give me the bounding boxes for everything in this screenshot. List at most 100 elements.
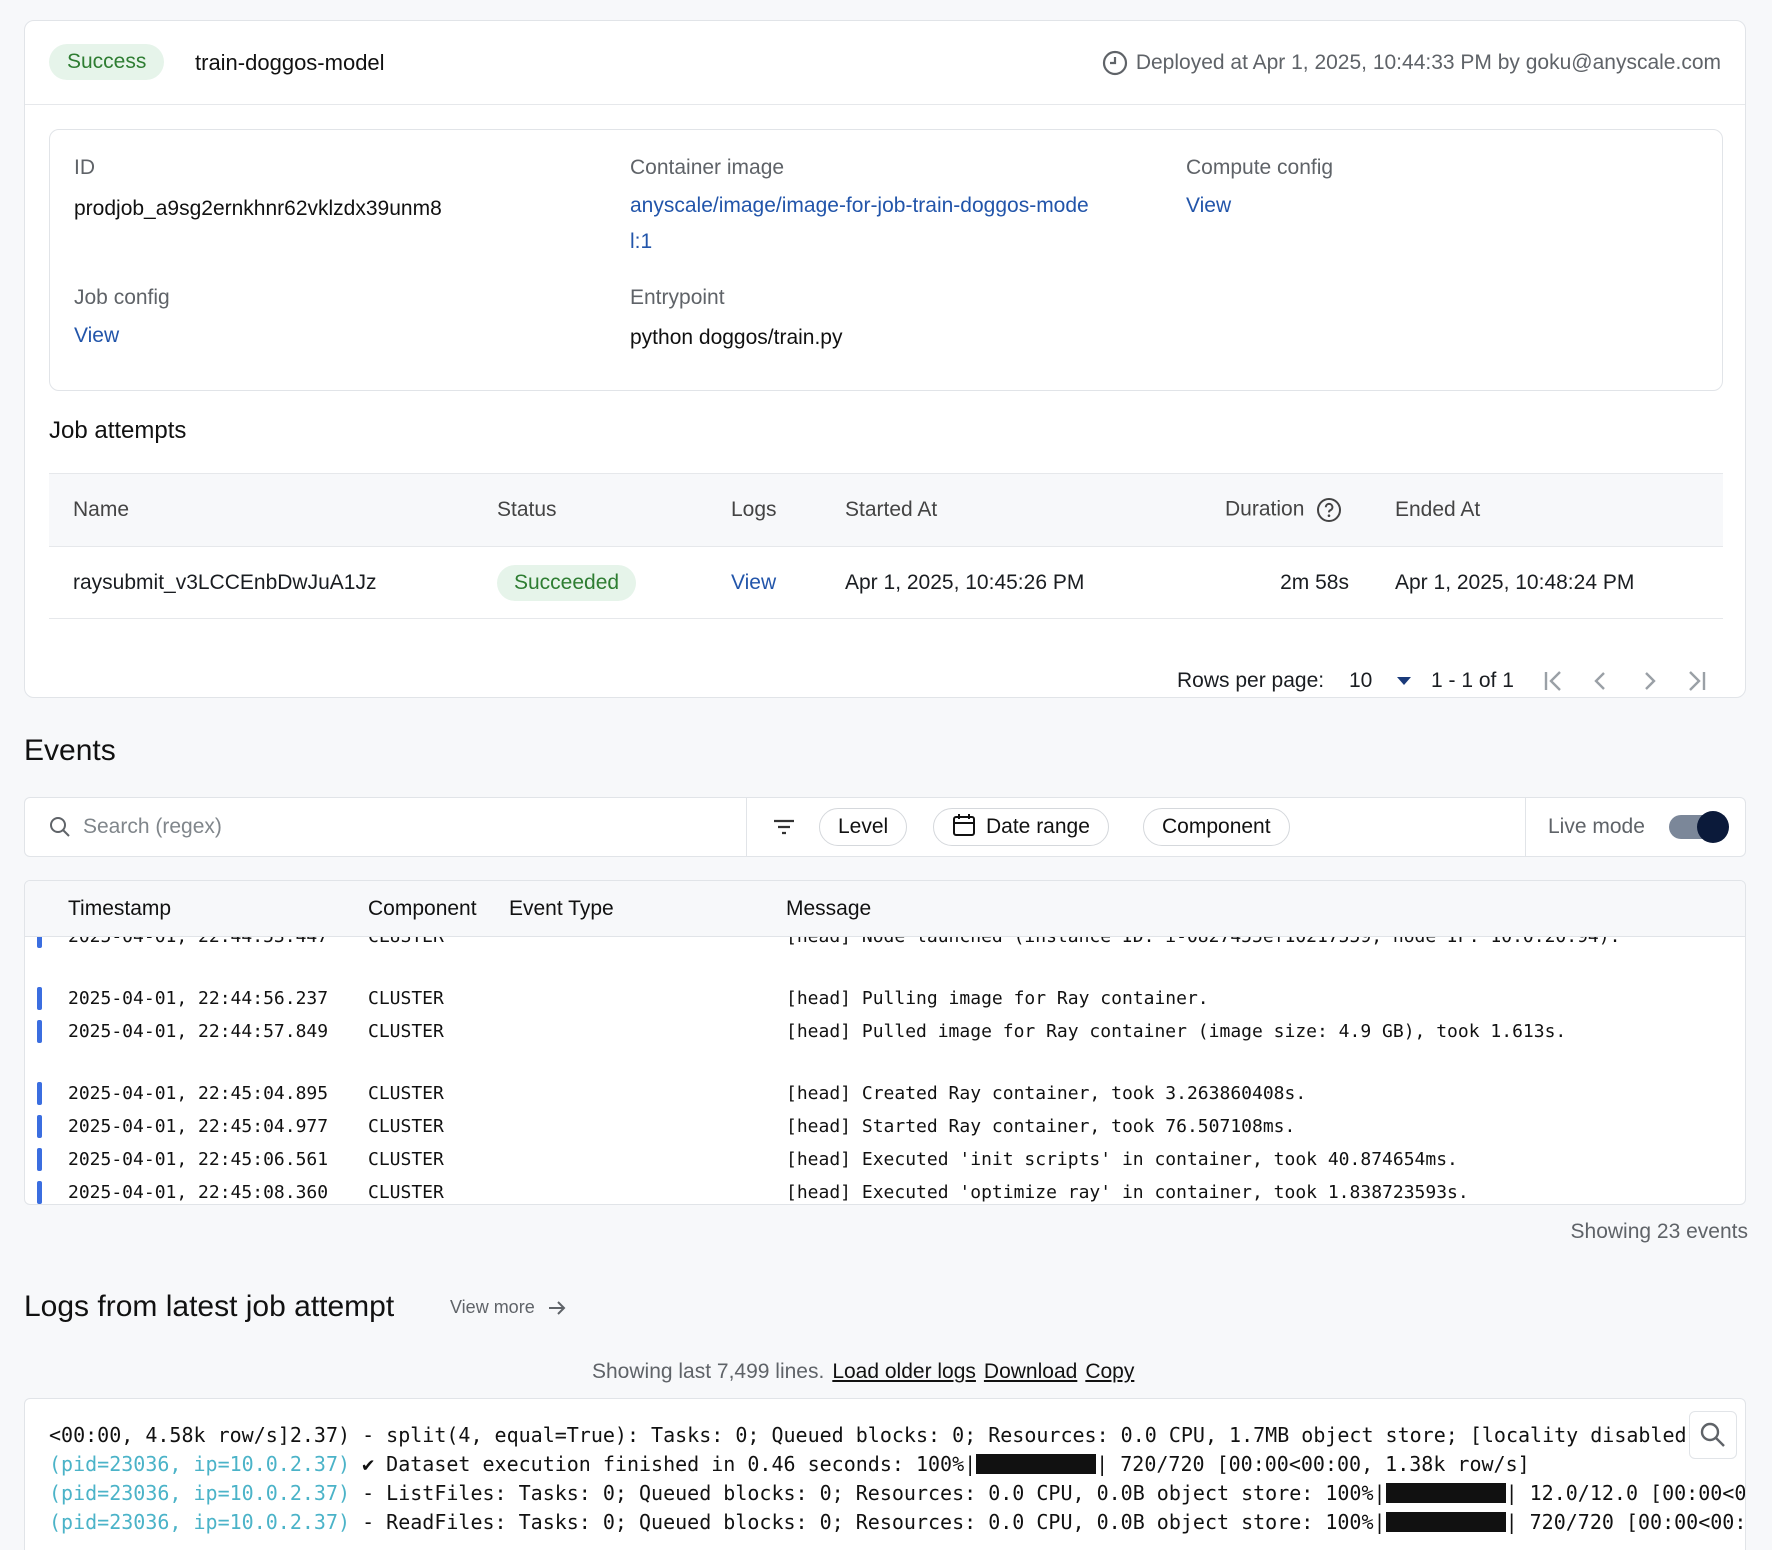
log-search-button[interactable] [1689, 1411, 1737, 1459]
search-icon [1700, 1422, 1725, 1447]
event-row[interactable]: 2025-04-01, 22:45:04.895 CLUSTER [head] … [25, 1080, 1745, 1108]
log-prefix: (pid=23036, ip=10.0.2.37) [49, 1452, 351, 1476]
rows-per-page-select[interactable]: 10 [1349, 669, 1412, 693]
event-row[interactable]: 2025-04-01, 22:44:56.237 CLUSTER [head] … [25, 985, 1745, 1013]
log-text: ✔ Dataset execution finished in 0.46 sec… [350, 1452, 977, 1476]
col-logs[interactable]: Logs [731, 498, 777, 522]
logs-line-count: Showing last 7,499 lines. [592, 1360, 825, 1383]
event-row[interactable]: 2025-04-01, 22:45:08.360 CLUSTER [head] … [25, 1179, 1745, 1204]
help-icon[interactable] [1316, 497, 1342, 523]
col-timestamp[interactable]: Timestamp [68, 897, 171, 921]
col-message[interactable]: Message [786, 897, 871, 921]
job-attempts-title: Job attempts [49, 417, 187, 444]
log-text: - ReadFiles: Tasks: 0; Queued blocks: 0;… [350, 1510, 1386, 1534]
event-timestamp: 2025-04-01, 22:44:57.849 [68, 1021, 329, 1042]
col-ended[interactable]: Ended At [1395, 498, 1480, 522]
col-name[interactable]: Name [73, 498, 129, 522]
job-card: Success train-doggos-model Deployed at A… [24, 20, 1746, 698]
progress-bar-fill [1385, 1511, 1506, 1532]
arrow-right-icon [548, 1300, 566, 1315]
event-level-bar [37, 1082, 42, 1105]
event-timestamp: 2025-04-01, 22:45:06.561 [68, 1149, 329, 1170]
logs-title: Logs from latest job attempt [24, 1290, 395, 1323]
level-filter-chip[interactable]: Level [819, 808, 908, 846]
events-table-header: Timestamp Component Event Type Message [25, 881, 1745, 937]
container-image-label: Container image [630, 156, 785, 179]
col-event-type[interactable]: Event Type [509, 897, 614, 921]
col-started[interactable]: Started At [845, 498, 937, 522]
attempt-logs-view-link[interactable]: View [731, 571, 776, 595]
rows-per-page-label: Rows per page: [1177, 669, 1325, 692]
toggle-knob [1697, 811, 1729, 843]
log-text: | 12.0/12.0 [00:00<00:00 [1505, 1481, 1746, 1505]
col-status[interactable]: Status [497, 498, 557, 522]
log-prefix: (pid=23036, ip=10.0.2.37) [49, 1481, 351, 1505]
event-row[interactable]: 2025-04-01, 22:45:04.977 CLUSTER [head] … [25, 1113, 1745, 1141]
pagination-range: 1 - 1 of 1 [1431, 669, 1514, 692]
calendar-icon [953, 814, 975, 837]
compute-config-label: Compute config [1186, 156, 1334, 179]
event-message: [head] Executed 'init scripts' in contai… [786, 1149, 1458, 1170]
progress-bar-fill [1385, 1482, 1506, 1503]
event-timestamp: 2025-04-01, 22:45:08.360 [68, 1182, 329, 1203]
job-config-view-link[interactable]: View [74, 318, 119, 354]
view-more-link[interactable]: View more [450, 1297, 567, 1318]
clock-icon [1102, 50, 1127, 76]
event-timestamp: 2025-04-01, 22:44:56.237 [68, 988, 329, 1009]
job-header: Success train-doggos-model Deployed at A… [25, 21, 1745, 105]
next-page-icon[interactable] [1635, 667, 1663, 695]
log-line: (pid=23036, ip=10.0.2.37) - ListFiles: T… [49, 1481, 1746, 1509]
deployed-text: Deployed at Apr 1, 2025, 10:44:33 PM by … [1135, 51, 1721, 74]
attempt-status-badge: Succeeded [497, 564, 637, 601]
component-filter-chip[interactable]: Component [1143, 808, 1290, 846]
col-component[interactable]: Component [368, 897, 477, 921]
live-mode-label: Live mode [1548, 815, 1645, 838]
live-mode: Live mode [1525, 798, 1745, 856]
logs-viewer[interactable]: <00:00, 4.58k row/s]2.37) - split(4, equ… [24, 1398, 1746, 1550]
prev-page-icon[interactable] [1587, 667, 1615, 695]
event-level-bar [37, 1181, 42, 1204]
job-details: ID prodjob_a9sg2ernkhnr62vklzdx39unm8 Co… [49, 129, 1723, 391]
container-image-line2: l:1 [630, 230, 653, 253]
compute-config-view-link[interactable]: View [1186, 188, 1231, 224]
event-row[interactable]: 2025-04-01, 22:44:57.849 CLUSTER [head] … [25, 1018, 1745, 1046]
pagination: Rows per page: 10 1 - 1 of 1 [25, 669, 1747, 709]
log-line: (pid=23036, ip=10.0.2.37) - ReadFiles: T… [49, 1510, 1746, 1538]
caret-down-icon [1397, 677, 1412, 686]
col-duration[interactable]: Duration [1225, 497, 1342, 523]
copy-link[interactable]: Copy [1085, 1360, 1134, 1383]
log-text: | 720/720 [00:00<00:00 [1505, 1510, 1746, 1534]
last-page-icon[interactable] [1683, 667, 1711, 695]
event-component: CLUSTER [368, 988, 444, 1009]
event-component: CLUSTER [368, 1149, 444, 1170]
event-component: CLUSTER [368, 1083, 444, 1104]
filter-icon[interactable] [771, 815, 797, 839]
download-link[interactable]: Download [984, 1360, 1077, 1383]
event-level-bar [37, 1148, 42, 1171]
deployed-info: Deployed at Apr 1, 2025, 10:44:33 PM by … [1102, 50, 1721, 76]
first-page-icon[interactable] [1539, 667, 1567, 695]
id-label: ID [74, 156, 95, 179]
event-timestamp: 2025-04-01, 22:45:04.977 [68, 1116, 329, 1137]
event-message: [head] Started Ray container, took 76.50… [786, 1116, 1296, 1137]
log-prefix: <00:00, 4.58k row/s]2.37) [49, 1423, 351, 1447]
events-title: Events [24, 734, 116, 767]
attempt-started: Apr 1, 2025, 10:45:26 PM [845, 570, 1085, 594]
entrypoint-label: Entrypoint [630, 286, 725, 309]
container-image-link[interactable]: anyscale/image/image-for-job-train-doggo… [630, 188, 1089, 260]
event-row[interactable]: 2025-04-01, 22:45:06.561 CLUSTER [head] … [25, 1146, 1745, 1174]
table-header: Name Status Logs Started At Duration End… [49, 473, 1723, 547]
events-search-input[interactable] [83, 808, 723, 846]
event-level-bar [37, 987, 42, 1010]
events-count: Showing 23 events [1570, 1220, 1748, 1243]
live-mode-toggle[interactable] [1669, 811, 1729, 843]
logs-meta: Showing last 7,499 lines. Load older logs… [592, 1360, 1134, 1384]
event-message: [head] Pulling image for Ray container. [786, 988, 1209, 1009]
event-component: CLUSTER [368, 1182, 444, 1203]
log-text: - ListFiles: Tasks: 0; Queued blocks: 0;… [350, 1481, 1386, 1505]
entrypoint-value: python doggos/train.py [630, 326, 843, 349]
log-text: | 720/720 [00:00<00:00, 1.38k row/s] [1096, 1452, 1530, 1476]
date-range-filter-chip[interactable]: Date range [933, 808, 1109, 846]
load-older-logs-link[interactable]: Load older logs [832, 1360, 976, 1383]
attempt-ended: Apr 1, 2025, 10:48:24 PM [1395, 570, 1635, 594]
